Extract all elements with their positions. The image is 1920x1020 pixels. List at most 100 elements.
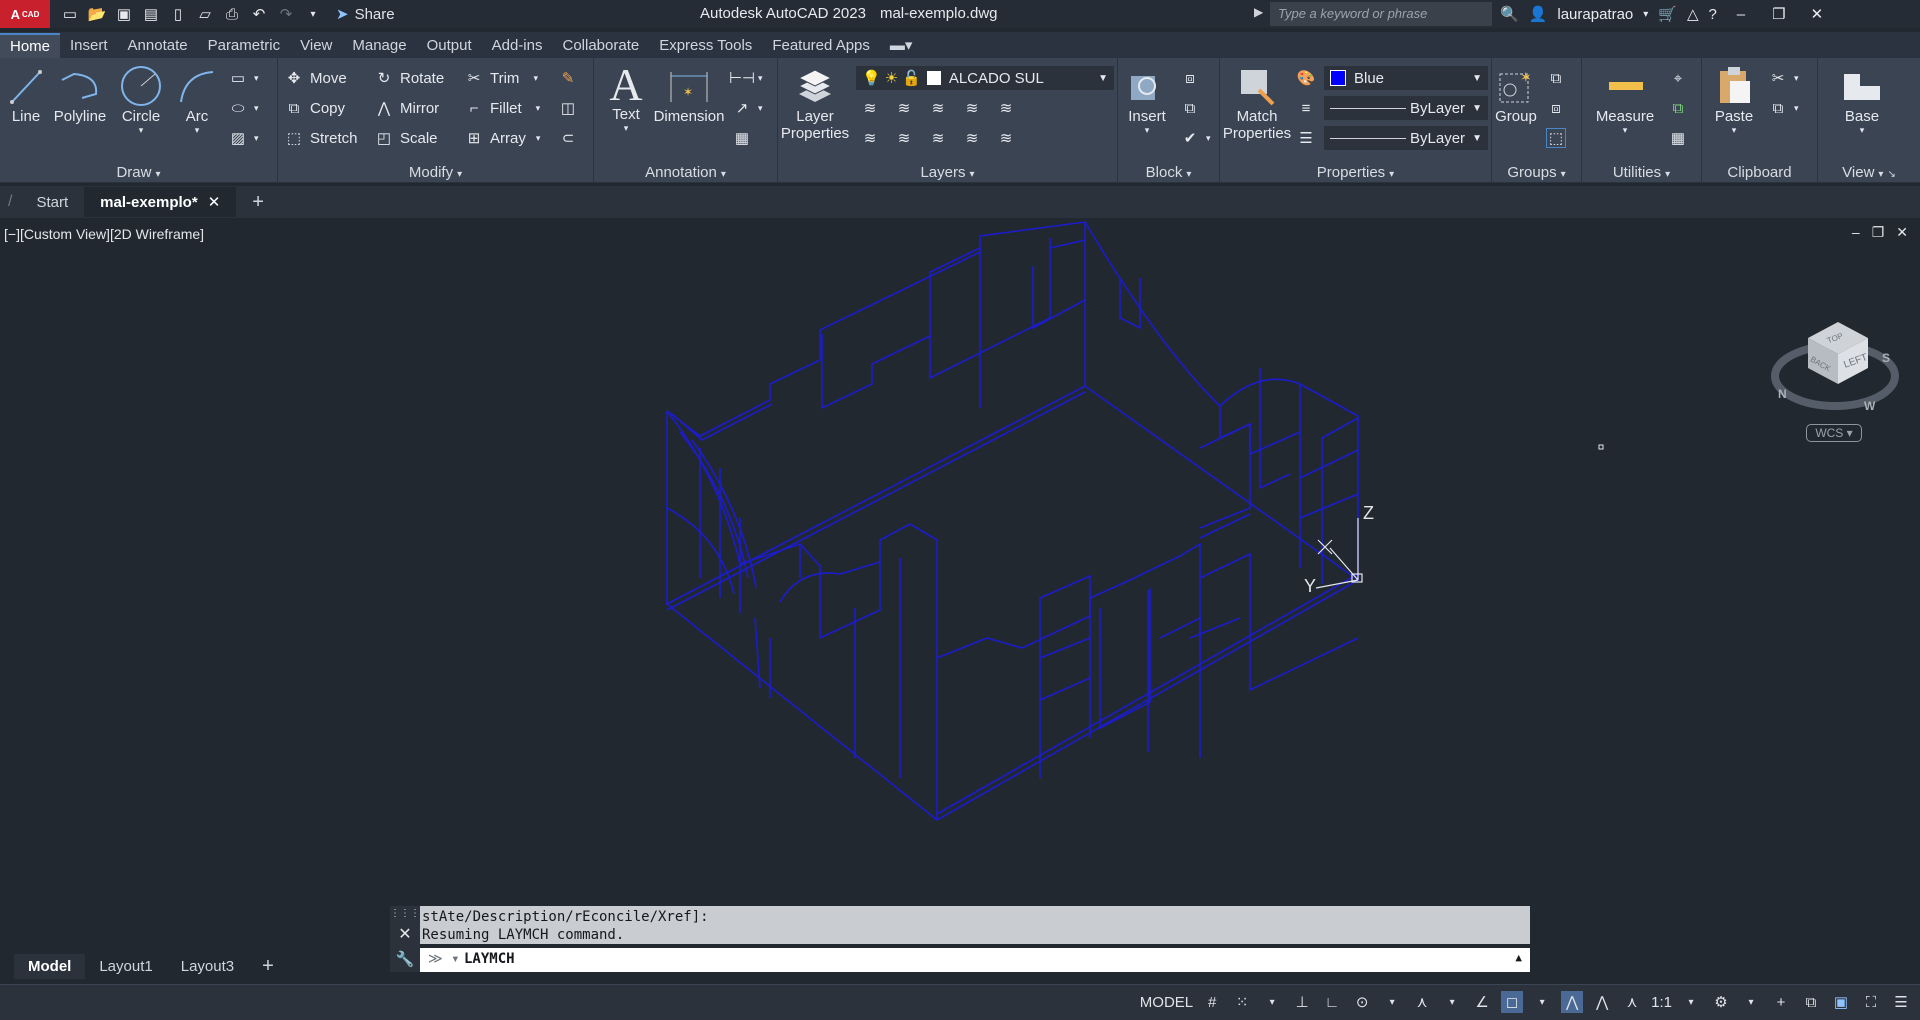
save-icon[interactable]: ▣: [114, 4, 134, 24]
tab-express-tools[interactable]: Express Tools: [649, 34, 762, 57]
edit-block-tool[interactable]: ⧉: [1180, 96, 1200, 120]
layer-off-icon[interactable]: ≋: [928, 98, 948, 118]
import-icon[interactable]: ▯: [168, 4, 188, 24]
copy-clip-tool[interactable]: ⧉ ▾: [1768, 96, 1799, 120]
command-input[interactable]: ≫ ▾ LAYMCH ▲: [420, 948, 1530, 972]
layer-freeze-icon[interactable]: ≋: [894, 128, 914, 148]
layer-walk-icon[interactable]: ≋: [996, 128, 1016, 148]
tab-layout1[interactable]: Layout1: [85, 954, 166, 979]
tab-start[interactable]: Start: [20, 188, 84, 217]
qat-dropdown-icon[interactable]: ▾: [303, 4, 323, 24]
tab-model[interactable]: Model: [14, 953, 86, 979]
redo-icon[interactable]: ↷: [276, 4, 296, 24]
calculator-tool[interactable]: ▦: [1668, 126, 1688, 150]
base-view-button[interactable]: Base ▾: [1834, 64, 1890, 136]
share-button[interactable]: ➤ Share: [336, 5, 395, 24]
tab-layout3[interactable]: Layout3: [167, 954, 248, 979]
move-button[interactable]: ✥ Move: [284, 66, 347, 90]
snap-icon[interactable]: ⁙: [1231, 991, 1253, 1013]
auto-scale-icon[interactable]: ⋀: [1591, 991, 1613, 1013]
measure-button[interactable]: Measure ▾: [1590, 64, 1660, 136]
ribbon-options-icon[interactable]: ▬▾: [880, 33, 923, 57]
settings-gear-icon[interactable]: ⚙: [1710, 991, 1732, 1013]
cart-icon[interactable]: 🛒: [1658, 5, 1677, 23]
lineweight-dropdown[interactable]: ByLayer ▼: [1324, 126, 1488, 150]
help-icon[interactable]: ?: [1709, 6, 1717, 23]
model-space-toggle[interactable]: MODEL: [1140, 994, 1193, 1011]
search-icon[interactable]: 🔍: [1500, 5, 1519, 23]
linear-dim-tool[interactable]: ⊢⊣ ▾: [729, 66, 763, 90]
layer-unlock-icon[interactable]: ≋: [962, 128, 982, 148]
explode-button[interactable]: ◫: [558, 96, 578, 120]
tab-mal-exemplo[interactable]: mal-exemplo* ✕: [84, 187, 237, 217]
tab-output[interactable]: Output: [417, 34, 482, 57]
line-button[interactable]: Line: [8, 64, 44, 125]
rotate-button[interactable]: ↻ Rotate: [374, 66, 445, 90]
ungroup-tool[interactable]: ⧉: [1546, 66, 1566, 90]
group-select-tool[interactable]: ⬚: [1546, 126, 1566, 150]
close-tab-icon[interactable]: ✕: [208, 193, 221, 211]
properties-panel-title[interactable]: Properties ▾: [1220, 164, 1491, 181]
draw-panel-title[interactable]: Draw ▾: [0, 164, 277, 181]
isolate-objects-icon[interactable]: ⧉: [1800, 991, 1822, 1013]
snap-dropdown-icon[interactable]: ▾: [1261, 991, 1283, 1013]
user-icon[interactable]: 👤: [1529, 5, 1548, 23]
color-wheel-tool[interactable]: 🎨: [1296, 66, 1316, 90]
export-icon[interactable]: ▱: [195, 4, 215, 24]
polar-icon[interactable]: ⊙: [1351, 991, 1373, 1013]
new-icon[interactable]: ▭: [60, 4, 80, 24]
layer-properties-button[interactable]: Layer Properties: [781, 64, 849, 142]
group-button[interactable]: ✶ Group: [1494, 64, 1538, 125]
text-button[interactable]: A Text ▾: [606, 59, 646, 134]
table-tool[interactable]: ▦: [732, 126, 752, 150]
utilities-panel-title[interactable]: Utilities ▾: [1582, 164, 1701, 181]
hardware-acceleration-icon[interactable]: ▣: [1830, 991, 1852, 1013]
new-tab-button[interactable]: +: [236, 185, 280, 220]
recent-commands-icon[interactable]: ≫ ▾: [428, 951, 460, 967]
restore-icon[interactable]: ❐: [1765, 5, 1793, 23]
tab-featured-apps[interactable]: Featured Apps: [762, 34, 880, 57]
tab-insert[interactable]: Insert: [60, 34, 118, 57]
stretch-button[interactable]: ⬚ Stretch: [284, 126, 358, 150]
annotation-scale-value[interactable]: 1:1: [1651, 994, 1672, 1011]
viewcube[interactable]: TOP BACK LEFT S N W: [1770, 298, 1900, 433]
attribute-tool[interactable]: ✔ ▾: [1180, 126, 1211, 150]
save-as-icon[interactable]: ▤: [141, 4, 161, 24]
tab-view[interactable]: View: [290, 34, 342, 57]
add-layout-button[interactable]: +: [248, 951, 288, 982]
isodraft-icon[interactable]: ⋏: [1411, 991, 1433, 1013]
osnap-dropdown-icon[interactable]: ▾: [1531, 991, 1553, 1013]
scale-dropdown-icon[interactable]: ▾: [1680, 991, 1702, 1013]
quick-select-tool[interactable]: ⧉: [1668, 96, 1688, 120]
leader-tool[interactable]: ↗ ▾: [732, 96, 763, 120]
customization-menu-icon[interactable]: ☰: [1890, 991, 1912, 1013]
ortho-icon[interactable]: ∟: [1321, 991, 1343, 1013]
clean-screen-icon[interactable]: ⛶: [1860, 991, 1882, 1013]
object-snap-icon[interactable]: ◻: [1501, 991, 1524, 1013]
layer-lock-icon[interactable]: ≋: [962, 98, 982, 118]
mirror-button[interactable]: ⋀ Mirror: [374, 96, 439, 120]
arc-button[interactable]: Arc ▾: [174, 64, 220, 136]
group-edit-tool[interactable]: ⧈: [1546, 96, 1566, 120]
linetype-dropdown[interactable]: ByLayer ▼: [1324, 96, 1488, 120]
close-icon[interactable]: ✕: [1803, 5, 1831, 23]
polar-dropdown-icon[interactable]: ▾: [1381, 991, 1403, 1013]
polyline-button[interactable]: Polyline: [52, 64, 108, 125]
modify-panel-title[interactable]: Modify ▾: [278, 164, 593, 181]
rectangle-tool[interactable]: ▭ ▾: [228, 66, 259, 90]
command-grip-icon[interactable]: ⋮⋮⋮: [390, 906, 420, 920]
add-icon[interactable]: +: [1770, 991, 1792, 1013]
dimension-button[interactable]: ✶ Dimension: [652, 64, 726, 125]
layer-dropdown[interactable]: 💡 ☀ 🔓 ALCADO SUL ▼: [856, 66, 1114, 90]
ellipse-tool[interactable]: ⬭ ▾: [228, 96, 259, 120]
command-close-icon[interactable]: ✕: [390, 924, 420, 944]
groups-panel-title[interactable]: Groups ▾: [1492, 164, 1581, 181]
layer-unisolate-icon[interactable]: ≋: [894, 98, 914, 118]
grid-icon[interactable]: #: [1201, 991, 1223, 1013]
isodraft-dropdown-icon[interactable]: ▾: [1441, 991, 1463, 1013]
tab-add-ins[interactable]: Add-ins: [482, 34, 553, 57]
create-block-tool[interactable]: ⧈: [1180, 66, 1200, 90]
undo-icon[interactable]: ↶: [249, 4, 269, 24]
tab-parametric[interactable]: Parametric: [198, 34, 291, 57]
fillet-button[interactable]: ⌐ Fillet ▾: [464, 96, 541, 120]
